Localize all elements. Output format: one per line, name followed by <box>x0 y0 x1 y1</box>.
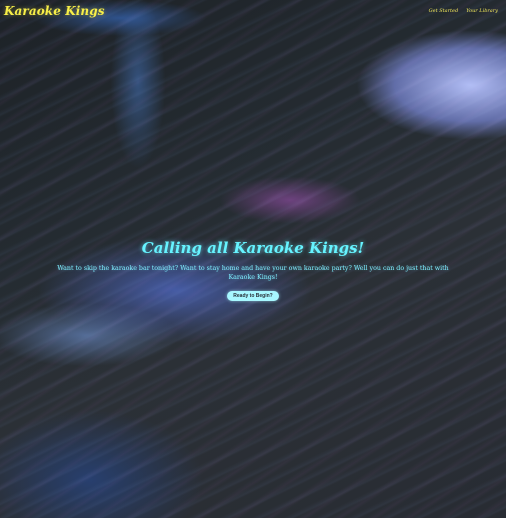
page: Karaoke Kings Get Started Your Library C… <box>0 0 506 518</box>
hero-title: Calling all Karaoke Kings! <box>141 239 365 257</box>
site-logo[interactable]: Karaoke Kings <box>4 4 105 18</box>
top-navigation: Get Started Your Library <box>429 8 498 14</box>
hero-description: Want to skip the karaoke bar tonight? Wa… <box>57 265 449 281</box>
hero-section: Calling all Karaoke Kings! Want to skip … <box>46 240 460 301</box>
nav-get-started[interactable]: Get Started <box>429 8 459 14</box>
ready-to-begin-button[interactable]: Ready to Begin? <box>227 291 279 301</box>
nav-your-library[interactable]: Your Library <box>466 8 498 14</box>
